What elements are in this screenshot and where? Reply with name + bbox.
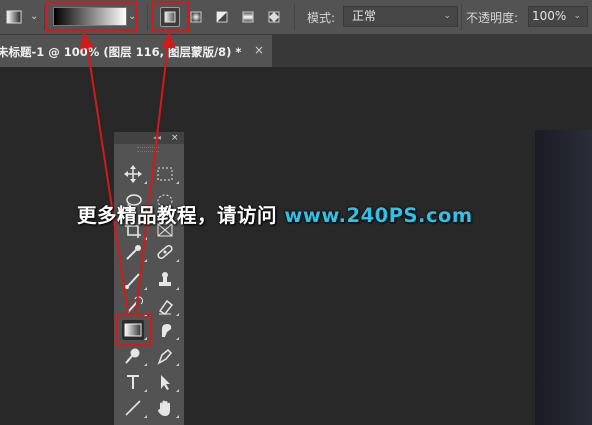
watermark: 更多精品教程，请访问 www.240PS.com <box>77 199 473 228</box>
arrow-to-linear-gradient <box>135 43 169 313</box>
arrow-head <box>161 31 176 48</box>
arrow-head <box>79 31 94 50</box>
watermark-text: 更多精品教程，请访问 <box>77 204 278 227</box>
watermark-url: www.240PS.com <box>284 204 473 227</box>
arrow-to-gradient-picker <box>86 43 129 313</box>
